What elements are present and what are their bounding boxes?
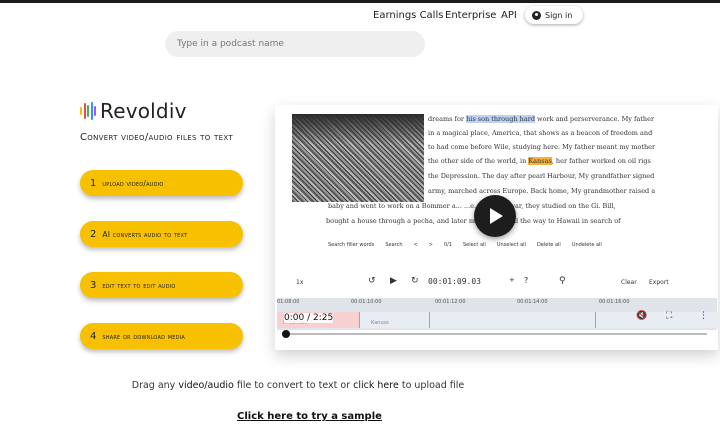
nav-api[interactable]: API [501, 10, 517, 21]
tagline: Convert video/audio files to text [80, 132, 233, 143]
timeline[interactable]: 01:08:00 00:01:10:00 00:01:12:00 00:01:1… [277, 298, 718, 330]
video-audio-emphasis: video/audio [178, 380, 234, 391]
transcript-line[interactable]: the other side of the world, in Kansas, … [428, 157, 651, 165]
brand-name: Revoldiv [100, 99, 187, 123]
speed-selector[interactable]: 1x [296, 279, 303, 286]
sign-in-label: Sign in [545, 10, 573, 20]
step-number: 4 [90, 330, 97, 342]
timeline-segment[interactable] [359, 312, 430, 328]
progress-knob[interactable] [282, 330, 290, 338]
step-ai-converts[interactable]: 2 AI converts audio to text [80, 221, 243, 247]
add-icon[interactable]: + [509, 276, 515, 284]
step-label: share or download media [102, 331, 185, 341]
logo-icon [80, 101, 96, 121]
brand-logo: Revoldiv [80, 99, 187, 123]
timeline-segment[interactable] [429, 312, 596, 328]
progress-slider[interactable] [287, 333, 707, 335]
drag-instructions: Drag any video/audio file to convert to … [131, 380, 465, 391]
timeline-tick: 00:01:14:00 [517, 299, 548, 305]
step-share[interactable]: 4 share or download media [80, 323, 243, 349]
forward-icon[interactable]: ↻ [411, 276, 419, 286]
more-options-icon[interactable]: ⋮ [699, 311, 708, 321]
fullscreen-icon[interactable]: ⛶ [666, 311, 672, 321]
podcast-search-input[interactable] [165, 31, 425, 57]
nav-enterprise[interactable]: Enterprise [445, 10, 496, 21]
timeline-tick: 01:08:00 [277, 299, 300, 305]
mute-icon[interactable]: 🔇 [636, 311, 647, 321]
transcript-line[interactable]: to had come before Wile, studying here. … [428, 143, 655, 151]
play-video-button[interactable] [474, 195, 516, 237]
step-label: upload video/audio [102, 178, 164, 188]
step-number: 2 [90, 228, 97, 240]
click-here-link[interactable]: click here [353, 380, 399, 391]
top-border [0, 0, 720, 3]
rewind-icon[interactable]: ↺ [368, 276, 376, 286]
transcript-line[interactable]: the Depression. The day after pearl Harb… [428, 172, 654, 180]
sign-in-button[interactable]: Sign in [525, 6, 583, 24]
transcript-line[interactable]: army, marched across Europe. Back home, … [428, 187, 655, 195]
transcript-line[interactable]: baby and went to work on a Bommer a... .… [328, 202, 616, 210]
nav-earnings-calls[interactable]: Earnings Calls [373, 10, 443, 21]
transcript-line[interactable]: dreams for his son through hard work and… [428, 115, 654, 123]
video-thumbnail [292, 114, 424, 202]
play-icon[interactable]: ▶ [390, 276, 397, 286]
export-button[interactable]: Export [649, 279, 669, 286]
step-number: 1 [90, 177, 97, 189]
zoom-icon[interactable]: ⚲ [559, 276, 566, 286]
step-edit-text[interactable]: 3 edit text to edit audio [80, 272, 243, 298]
user-icon [532, 10, 541, 20]
transcript-line[interactable]: in a magical place, America, that shows … [428, 129, 652, 137]
timecode-display: 00:01:09.03 [428, 277, 481, 286]
timeline-tick: 00:01:12:00 [435, 299, 466, 305]
clear-button[interactable]: Clear [621, 279, 637, 286]
timeline-tick: 00:01:10:00 [351, 299, 382, 305]
step-label: edit text to edit audio [102, 280, 176, 290]
step-number: 3 [90, 279, 97, 291]
help-icon[interactable]: ? [524, 276, 528, 285]
step-upload[interactable]: 1 upload video/audio [80, 170, 243, 196]
timeline-tick: 00:01:16:00 [599, 299, 630, 305]
try-sample-link[interactable]: Click here to try a sample [237, 411, 382, 422]
time-display: 0:00 / 2:25 [284, 313, 334, 323]
track-label: Kansas [371, 320, 389, 326]
step-label: AI converts audio to text [102, 229, 188, 239]
